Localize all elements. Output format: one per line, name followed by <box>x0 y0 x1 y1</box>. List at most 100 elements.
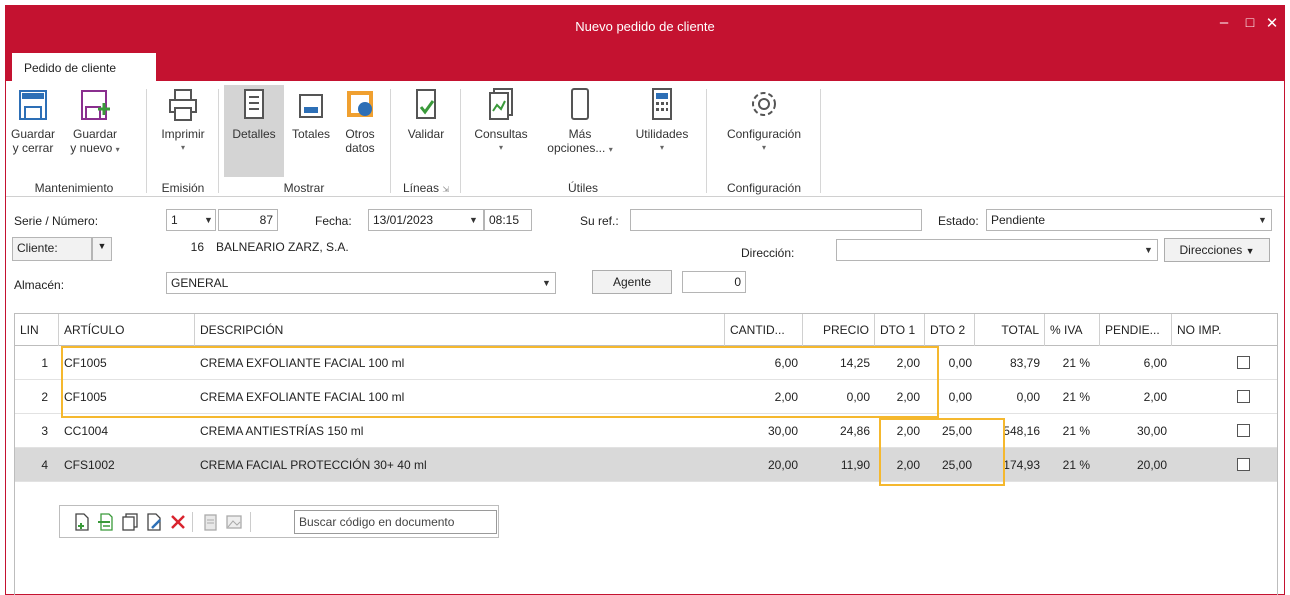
lines-toolbar: Buscar código en documento <box>59 505 499 538</box>
column-header-dto2[interactable]: DTO 2 <box>925 314 975 346</box>
ribbon-tabstrip: Pedido de cliente <box>6 46 1284 81</box>
chevron-down-icon: ▾ <box>761 143 766 152</box>
column-header-lin[interactable]: LIN <box>15 314 59 346</box>
tab-pedido-de-cliente[interactable]: Pedido de cliente <box>12 53 156 81</box>
group-label-configuracion: Configuración <box>726 181 802 195</box>
group-label-utiles: Útiles <box>567 181 598 195</box>
delete-line-icon[interactable] <box>168 512 188 532</box>
calendar-dropdown-icon[interactable]: ▼ <box>469 215 478 225</box>
cell-precio: 11,90 <box>840 458 870 472</box>
guardar-cerrar-label-2: y cerrar <box>12 141 54 155</box>
detalles-label: Detalles <box>232 127 276 141</box>
cell-dto1: 2,00 <box>896 390 920 404</box>
column-header-articulo[interactable]: ARTÍCULO <box>59 314 195 346</box>
column-header-precio[interactable]: PRECIO <box>803 314 875 346</box>
cell-dto2: 0,00 <box>948 390 972 404</box>
group-label-mantenimiento: Mantenimiento <box>34 181 114 195</box>
chevron-down-icon[interactable]: ▼ <box>204 215 213 225</box>
column-header-iva[interactable]: % IVA <box>1045 314 1100 346</box>
chevron-down-icon[interactable]: ▼ <box>1144 245 1153 255</box>
cliente-name-field[interactable]: BALNEARIO ZARZ, S.A. <box>212 237 452 259</box>
configuracion-button[interactable]: Configuración ▾ <box>712 87 816 155</box>
fecha-field[interactable]: 13/01/2023 <box>368 209 484 231</box>
detalles-button[interactable]: Detalles <box>224 85 284 177</box>
column-header-cantidad[interactable]: CANTID... <box>725 314 803 346</box>
fecha-label: Fecha: <box>315 214 352 228</box>
cell-lin: 1 <box>41 356 48 370</box>
chevron-down-icon: ▾ <box>608 145 613 154</box>
serie-numero-label: Serie / Número: <box>14 214 99 228</box>
suref-field[interactable] <box>630 209 922 231</box>
cell-descripcion: CREMA EXFOLIANTE FACIAL 100 ml <box>200 390 405 404</box>
validar-button[interactable]: Validar <box>396 87 456 141</box>
imprimir-button[interactable]: Imprimir ▾ <box>152 87 214 155</box>
estado-label: Estado: <box>938 214 979 228</box>
no-imp-checkbox[interactable] <box>1237 458 1250 471</box>
cell-articulo: CC1004 <box>64 424 109 438</box>
cliente-type-select[interactable]: Cliente: <box>12 237 92 261</box>
cell-descripcion: CREMA FACIAL PROTECCIÓN 30+ 40 ml <box>200 458 427 472</box>
almacen-label: Almacén: <box>14 278 65 292</box>
direccion-select[interactable] <box>836 239 1158 261</box>
maximize-button[interactable]: □ <box>1240 14 1260 30</box>
no-imp-checkbox[interactable] <box>1237 390 1250 403</box>
numero-field[interactable]: 87 <box>218 209 278 231</box>
table-row[interactable]: 2 CF1005 CREMA EXFOLIANTE FACIAL 100 ml … <box>15 380 1277 414</box>
cliente-label: Cliente: <box>17 241 58 255</box>
column-header-noimp[interactable]: NO IMP. <box>1172 314 1279 346</box>
almacen-select[interactable]: GENERAL <box>166 272 556 294</box>
agente-button[interactable]: Agente <box>592 270 672 294</box>
no-imp-checkbox[interactable] <box>1237 356 1250 369</box>
order-header-form: Serie / Número: 1 ▼ 87 Fecha: 13/01/2023… <box>6 198 1284 308</box>
no-imp-checkbox[interactable] <box>1237 424 1250 437</box>
chevron-down-icon: ▾ <box>180 143 185 152</box>
duplicate-line-icon[interactable] <box>120 512 140 532</box>
close-button[interactable]: ✕ <box>1262 14 1282 32</box>
expand-icon[interactable]: ⇲ <box>442 185 449 194</box>
edit-line-icon[interactable] <box>144 512 164 532</box>
minimize-button[interactable]: – <box>1214 14 1234 31</box>
lines-grid: LIN ARTÍCULO DESCRIPCIÓN CANTID... PRECI… <box>14 313 1278 595</box>
chevron-down-icon[interactable]: ▼ <box>1258 215 1267 225</box>
chevron-down-icon[interactable]: ▼ <box>92 237 112 261</box>
cell-articulo: CFS1002 <box>64 458 115 472</box>
column-header-descripcion[interactable]: DESCRIPCIÓN <box>195 314 725 346</box>
serie-value: 1 <box>171 213 178 227</box>
consultas-button[interactable]: Consultas ▾ <box>466 87 536 155</box>
guardar-cerrar-button[interactable]: Guardar y cerrar <box>8 87 58 155</box>
cell-dto1: 2,00 <box>896 356 920 370</box>
column-header-total[interactable]: TOTAL <box>975 314 1045 346</box>
table-row[interactable]: 1 CF1005 CREMA EXFOLIANTE FACIAL 100 ml … <box>15 346 1277 380</box>
mas-opciones-button[interactable]: Más opciones... ▾ <box>544 87 616 157</box>
estado-select[interactable]: Pendiente <box>986 209 1272 231</box>
guardar-nuevo-button[interactable]: Guardar y nuevo ▾ <box>60 87 130 157</box>
cell-precio: 14,25 <box>839 356 870 370</box>
hora-field[interactable]: 08:15 <box>484 209 532 231</box>
insert-line-icon[interactable] <box>96 512 116 532</box>
suref-label: Su ref.: <box>580 214 619 228</box>
chevron-down-icon[interactable]: ▼ <box>542 278 551 288</box>
totales-button[interactable]: Totales <box>286 87 336 141</box>
cliente-code-field[interactable]: 16 <box>166 237 208 259</box>
direccion-label: Dirección: <box>741 246 795 260</box>
cell-total: 174,93 <box>1003 458 1040 472</box>
table-row-selected[interactable]: 4 CFS1002 CREMA FACIAL PROTECCIÓN 30+ 40… <box>15 448 1277 482</box>
utilidades-label: Utilidades <box>635 127 689 141</box>
column-header-pendiente[interactable]: PENDIE... <box>1100 314 1172 346</box>
cell-cantidad: 2,00 <box>774 390 798 404</box>
new-line-icon[interactable] <box>72 512 92 532</box>
cell-dto2: 0,00 <box>948 356 972 370</box>
cell-descripcion: CREMA ANTIESTRÍAS 150 ml <box>200 424 364 438</box>
search-code-input[interactable]: Buscar código en documento <box>294 510 497 534</box>
utilidades-button[interactable]: Utilidades ▾ <box>624 87 700 155</box>
table-row[interactable]: 3 CC1004 CREMA ANTIESTRÍAS 150 ml 30,00 … <box>15 414 1277 448</box>
details-icon <box>244 89 264 119</box>
agente-field[interactable]: 0 <box>682 271 746 293</box>
column-header-dto1[interactable]: DTO 1 <box>875 314 925 346</box>
cell-dto2: 25,00 <box>941 424 972 438</box>
direcciones-button[interactable]: Direcciones ▼ <box>1164 238 1270 262</box>
toolbar-separator <box>250 512 251 532</box>
cell-total: 0,00 <box>1016 390 1040 404</box>
otros-datos-button[interactable]: Otros datos <box>338 87 382 155</box>
mas-opciones-label-2: opciones... <box>547 141 606 155</box>
